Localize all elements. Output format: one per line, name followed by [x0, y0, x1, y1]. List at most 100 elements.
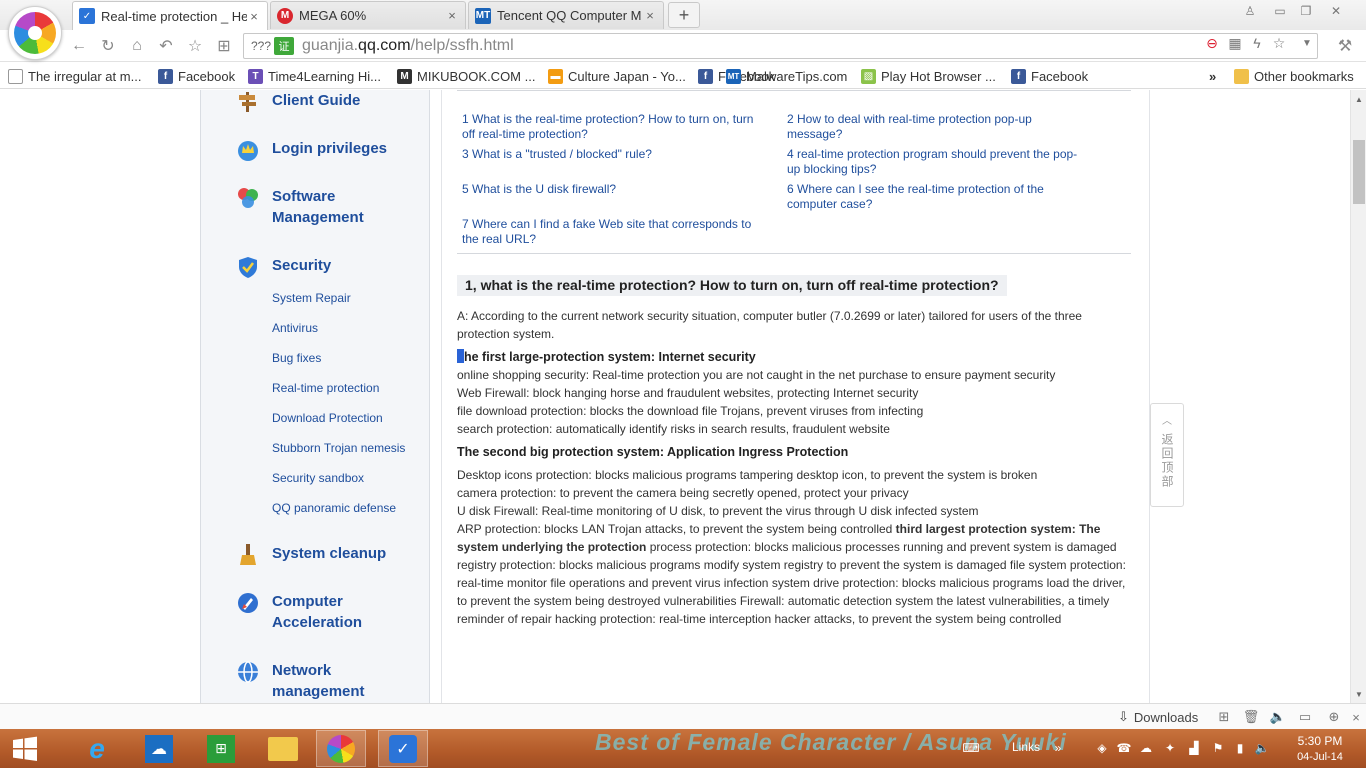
toc-link-7[interactable]: 7 Where can I find a fake Web site that … — [462, 217, 762, 247]
toc-link-5[interactable]: 5 What is the U disk firewall? — [462, 182, 762, 197]
screen-icon[interactable]: ▭ — [1297, 709, 1313, 725]
scroll-thumb[interactable] — [1353, 140, 1365, 204]
bookmark-item[interactable]: f Facebook — [158, 67, 235, 85]
restore-button[interactable]: ❐ — [1296, 3, 1316, 19]
url-text[interactable]: guanjia.qq.com/help/ssfh.html — [302, 37, 514, 55]
toc-link-3[interactable]: 3 What is a "trusted / blocked" rule? — [462, 147, 762, 162]
bookmark-item[interactable]: ▧ Play Hot Browser ... — [861, 67, 996, 85]
tray-cloud-icon[interactable]: ☁ — [1138, 740, 1154, 756]
tab-real-time-protection[interactable]: ✓ Real-time protection _ He × — [72, 1, 268, 30]
mega-icon: M — [277, 7, 293, 24]
scroll-up-arrow[interactable]: ▲ — [1351, 92, 1366, 106]
tray-phone-icon[interactable]: ☎ — [1116, 740, 1132, 756]
windows-icon — [13, 736, 37, 761]
sidebar-item-antivirus[interactable]: Antivirus — [272, 321, 318, 335]
bookmark-star-icon[interactable]: ☆ — [1270, 34, 1288, 52]
links-toolbar[interactable]: Links — [1012, 740, 1040, 754]
sidebar-item-stubborn-trojan-nemesis[interactable]: Stubborn Trojan nemesis — [272, 441, 405, 455]
other-bookmarks[interactable]: Other bookmarks — [1234, 67, 1354, 85]
adblock-icon[interactable]: ⊖ — [1203, 34, 1221, 52]
certificate-icon[interactable]: 证 — [274, 37, 294, 55]
tray-app2-icon[interactable]: ✦ — [1162, 740, 1178, 756]
chevron-down-icon[interactable]: ▼ — [1298, 34, 1316, 52]
sidebar-item-download-protection[interactable]: Download Protection — [272, 411, 383, 425]
bookmark-item[interactable]: MT MalwareTips.com — [726, 67, 847, 85]
toc-link-6[interactable]: 6 Where can I see the real-time protecti… — [787, 182, 1087, 212]
taskbar-qq-manager[interactable]: ✓ — [378, 730, 428, 767]
sidebar-item-qq-panoramic-defense[interactable]: QQ panoramic defense — [272, 501, 396, 515]
bookmark-item[interactable]: f Facebook — [1011, 67, 1088, 85]
toc-link-2[interactable]: 2 How to deal with real-time protection … — [787, 112, 1087, 142]
close-tab-icon[interactable]: × — [445, 8, 459, 23]
bookmark-item[interactable]: The irregular at m... — [8, 67, 141, 85]
tab-label: MEGA 60% — [299, 8, 367, 23]
navigation-bar: ← ↻ ⌂ ↶ ☆ ⊞ ??? 证 guanjia.qq.com/help/ss… — [0, 30, 1366, 62]
minimize-button[interactable]: ▭ — [1270, 3, 1290, 19]
taskbar-browser[interactable] — [316, 730, 366, 767]
new-tab-button[interactable]: + — [668, 2, 700, 28]
downloads-button[interactable]: ⇩ Downloads — [1118, 709, 1198, 725]
signpost-icon — [239, 92, 256, 112]
start-button[interactable] — [2, 730, 48, 767]
toc-link-1[interactable]: 1 What is the real-time protection? How … — [462, 112, 762, 142]
tray-app-icon[interactable]: ◈ — [1094, 740, 1110, 756]
address-bar[interactable]: ??? 证 guanjia.qq.com/help/ssfh.html — [243, 33, 1318, 59]
store-icon: ⊞ — [207, 734, 235, 763]
apps-icon[interactable]: ⊞ — [213, 36, 235, 56]
volume-icon[interactable]: 🔈 — [1254, 740, 1270, 756]
browser-logo-icon[interactable] — [8, 6, 62, 60]
back-to-top-button[interactable]: ︿ 返回顶部 — [1150, 403, 1184, 507]
close-tab-icon[interactable]: × — [247, 9, 261, 24]
tools-icon[interactable]: ⚒ — [1334, 36, 1356, 56]
reload-icon[interactable]: ↻ — [97, 36, 119, 56]
toc-link-4[interactable]: 4 real-time protection program should pr… — [787, 147, 1087, 177]
battery-icon[interactable]: ▮ — [1232, 740, 1248, 756]
tab-tencent-qq[interactable]: MT Tencent QQ Computer M × — [468, 1, 664, 29]
undo-icon[interactable]: ↶ — [155, 36, 177, 56]
bookmark-item[interactable]: M MIKUBOOK.COM ... — [397, 67, 535, 85]
tray-chevron-icon[interactable]: » — [1050, 740, 1066, 756]
bookmarks-overflow-button[interactable]: » — [1209, 67, 1216, 85]
folder-icon — [268, 736, 298, 761]
keyboard-icon[interactable]: ⌨ — [957, 740, 985, 756]
bookmark-item[interactable]: T Time4Learning Hi... — [248, 67, 381, 85]
volume-icon[interactable]: 🔈 — [1270, 709, 1286, 725]
trash-icon[interactable]: 🗑 — [1243, 709, 1260, 725]
bookmark-item[interactable]: ▬ Culture Japan - Yo... — [548, 67, 686, 85]
back-icon[interactable]: ← — [68, 36, 90, 56]
page-scrollbar[interactable]: ▲ ▼ — [1350, 90, 1366, 703]
home-icon[interactable]: ⌂ — [126, 36, 148, 56]
scroll-down-arrow[interactable]: ▼ — [1351, 687, 1366, 701]
lightning-icon[interactable]: ϟ — [1248, 34, 1266, 52]
wifi-signal-icon[interactable]: ▟ — [1186, 740, 1202, 756]
taskbar-store[interactable]: ⊞ — [196, 730, 246, 767]
time4learning-icon: T — [248, 68, 263, 84]
close-statusbar-icon[interactable]: × — [1348, 709, 1364, 725]
sidebar-item-real-time-protection[interactable]: Real-time protection — [272, 381, 379, 395]
add-icon[interactable]: ⊞ — [1216, 709, 1232, 725]
zoom-icon[interactable]: ⊕ — [1326, 709, 1342, 725]
skin-icon[interactable]: ♙ — [1240, 3, 1260, 19]
favorite-icon[interactable]: ☆ — [184, 36, 206, 56]
sidebar-group-label: Network management — [272, 662, 365, 700]
help-sidebar: Client Guide Login privileges Software M… — [200, 90, 430, 703]
sidebar-item-system-repair[interactable]: System Repair — [272, 291, 351, 305]
taskbar-internet-explorer[interactable]: e — [72, 730, 122, 767]
taskbar-clock[interactable]: 5:30 PM 04-Jul-14 — [1290, 733, 1350, 765]
close-tab-icon[interactable]: × — [643, 8, 657, 23]
flag-icon[interactable]: ⚑ — [1210, 740, 1226, 756]
second-system-item: Desktop icons protection: blocks malicio… — [457, 468, 1038, 482]
taskbar-file-explorer[interactable] — [258, 730, 308, 767]
tab-mega[interactable]: M MEGA 60% × — [270, 1, 466, 29]
page-viewport: Client Guide Login privileges Software M… — [0, 90, 1350, 703]
taskbar-onedrive[interactable]: ☁ — [134, 730, 184, 767]
qr-code-icon[interactable]: ▦ — [1226, 34, 1244, 52]
browser-logo-icon — [327, 734, 355, 763]
tab-strip: ✓ Real-time protection _ He × M MEGA 60%… — [0, 0, 1366, 30]
shield-icon: ✓ — [79, 8, 95, 24]
sidebar-item-bug-fixes[interactable]: Bug fixes — [272, 351, 321, 365]
help-article: 1 What is the real-time protection? How … — [441, 90, 1150, 703]
close-window-button[interactable]: ✕ — [1326, 3, 1346, 19]
rocket-icon — [238, 593, 258, 613]
sidebar-item-security-sandbox[interactable]: Security sandbox — [272, 471, 364, 485]
